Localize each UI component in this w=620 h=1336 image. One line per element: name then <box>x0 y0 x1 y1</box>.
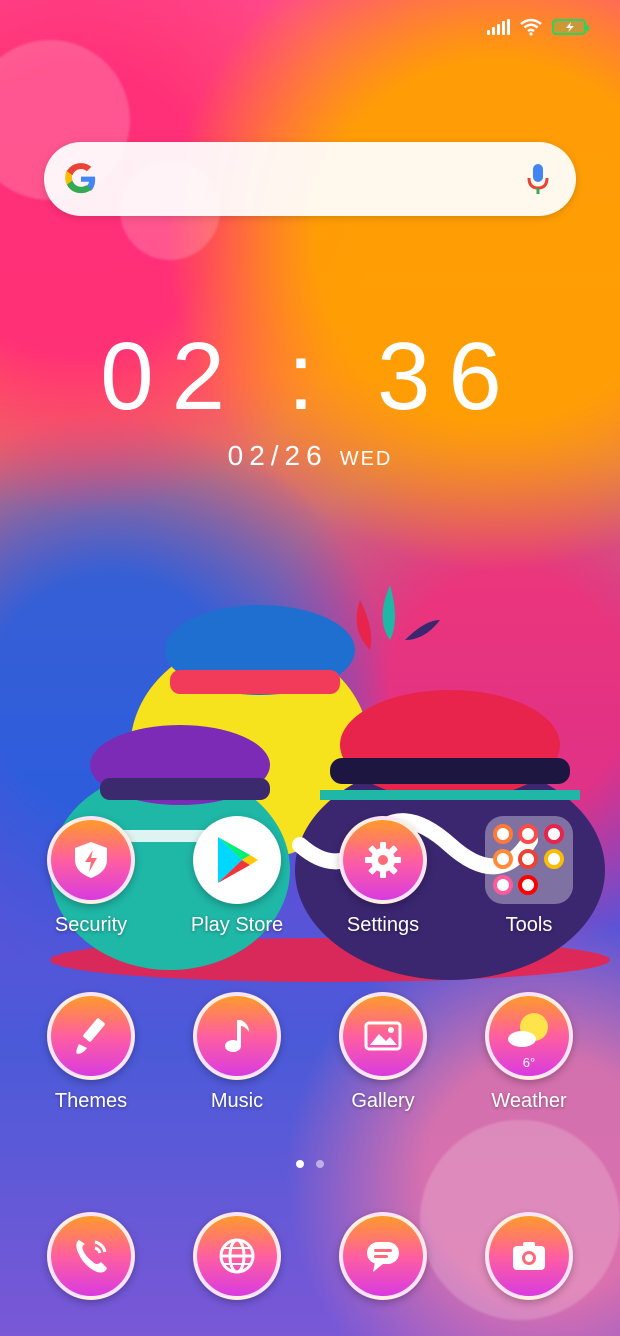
page-dot[interactable] <box>316 1160 324 1168</box>
page-dot[interactable] <box>296 1160 304 1168</box>
gear-icon[interactable] <box>339 816 427 904</box>
sun-cloud-icon[interactable]: 6° <box>485 992 573 1080</box>
app-label: Themes <box>54 1090 128 1112</box>
phone-icon[interactable] <box>47 1212 135 1300</box>
app-folder-tools[interactable]: Tools <box>456 816 602 937</box>
app-gallery[interactable]: Gallery <box>310 992 456 1113</box>
camera-icon[interactable] <box>485 1212 573 1300</box>
paintbrush-icon[interactable] <box>47 992 135 1080</box>
clock-date[interactable]: 02/26 WED <box>0 440 620 472</box>
message-icon[interactable] <box>339 1212 427 1300</box>
folder-icon[interactable] <box>485 816 573 904</box>
app-weather[interactable]: 6° Weather <box>456 992 602 1113</box>
app-label: Security <box>54 914 128 936</box>
weekday-text: WED <box>339 448 393 470</box>
app-label: Play Store <box>190 914 284 936</box>
music-note-icon[interactable] <box>193 992 281 1080</box>
app-music[interactable]: Music <box>164 992 310 1113</box>
dock-browser[interactable] <box>164 1212 310 1300</box>
battery-charging-icon <box>552 19 589 35</box>
app-themes[interactable]: Themes <box>18 992 164 1113</box>
google-logo[interactable] <box>64 162 98 196</box>
app-label: Weather <box>491 1090 567 1112</box>
dock-camera[interactable] <box>456 1212 602 1300</box>
date-text: 02/26 <box>227 440 328 471</box>
app-label: Settings <box>346 914 420 936</box>
weather-temperature: 6° <box>522 1055 536 1070</box>
signal-icon <box>487 19 510 35</box>
dock-phone[interactable] <box>18 1212 164 1300</box>
google-search-bar[interactable] <box>44 142 576 216</box>
page-indicator[interactable] <box>0 1160 620 1168</box>
app-play-store[interactable]: Play Store <box>164 816 310 937</box>
holi-pots-illustration <box>50 585 610 982</box>
image-icon[interactable] <box>339 992 427 1080</box>
app-label: Gallery <box>351 1090 415 1112</box>
shield-lightning-icon[interactable] <box>47 816 135 904</box>
globe-icon[interactable] <box>193 1212 281 1300</box>
wifi-icon <box>520 18 542 36</box>
app-label: Music <box>210 1090 264 1112</box>
app-label: Tools <box>505 914 553 936</box>
app-security[interactable]: Security <box>18 816 164 937</box>
play-store-icon[interactable] <box>193 816 281 904</box>
microphone-icon[interactable] <box>526 162 550 196</box>
clock-time[interactable]: 02 : 36 <box>0 322 620 432</box>
app-settings[interactable]: Settings <box>310 816 456 937</box>
status-bar <box>487 18 589 36</box>
dock <box>0 1212 620 1312</box>
dock-messages[interactable] <box>310 1212 456 1300</box>
